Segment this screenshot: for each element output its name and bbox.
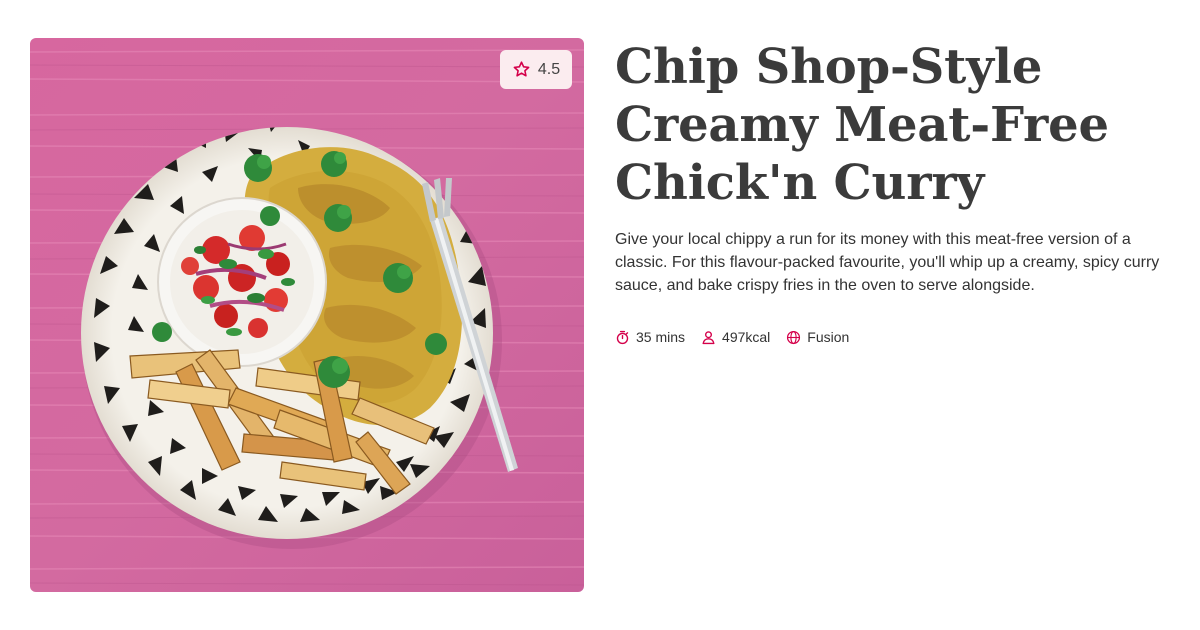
person-icon <box>702 330 715 344</box>
recipe-meta: 35 mins 497kcal Fusion <box>615 329 1175 345</box>
meta-calories: 497kcal <box>701 329 770 345</box>
meta-cuisine-label: Fusion <box>807 329 850 345</box>
meta-cuisine: Fusion <box>786 329 849 345</box>
curry-plate-illustration <box>30 38 584 592</box>
recipe-hero-image <box>30 38 584 592</box>
recipe-info: Chip Shop-Style Creamy Meat-Free Chick'n… <box>615 38 1175 345</box>
recipe-title: Chip Shop-Style Creamy Meat-Free Chick'n… <box>615 39 1109 211</box>
star-outline-icon <box>513 61 530 77</box>
meta-time: 35 mins <box>615 329 685 345</box>
recipe-description: Give your local chippy a run for its mon… <box>615 231 1160 294</box>
globe-icon <box>787 330 801 344</box>
meta-time-label: 35 mins <box>636 329 686 345</box>
meta-calories-label: 497kcal <box>722 329 771 345</box>
rating-value: 4.5 <box>537 60 561 78</box>
stopwatch-icon <box>616 330 629 344</box>
rating-badge[interactable]: 4.5 <box>500 50 572 89</box>
